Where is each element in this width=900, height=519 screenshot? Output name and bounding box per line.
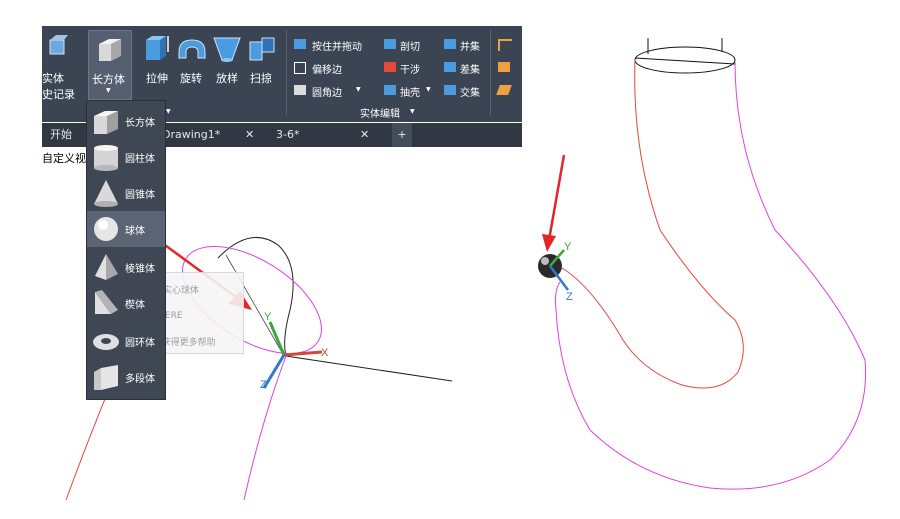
sphere-icon bbox=[94, 217, 118, 241]
menu-item-label: 多段体 bbox=[125, 374, 155, 385]
black-path-curve bbox=[217, 237, 453, 382]
left-viewport[interactable]: Y X Z bbox=[0, 0, 460, 519]
ribbon-separator-2 bbox=[490, 30, 491, 116]
extra-tool-icon-1[interactable] bbox=[498, 39, 512, 51]
menu-item-label: 长方体 bbox=[125, 118, 155, 129]
box-icon bbox=[94, 111, 118, 134]
y-axis-label: Y bbox=[264, 311, 272, 323]
menu-item-cone[interactable]: 圆锥体 bbox=[87, 175, 165, 211]
extra-tool-icon-3[interactable] bbox=[496, 85, 512, 95]
sphere-highlight bbox=[541, 257, 549, 265]
menu-item-pyramid[interactable]: 棱锥体 bbox=[87, 249, 165, 285]
magenta-path-curve bbox=[243, 355, 287, 501]
cap-divider-line bbox=[634, 57, 736, 65]
right-annotation-arrow-head bbox=[542, 234, 556, 252]
subtract-button[interactable]: 差集 bbox=[460, 61, 480, 76]
z-axis-label: Z bbox=[260, 379, 267, 391]
x-axis-line bbox=[283, 350, 323, 357]
red-hook-curve bbox=[561, 59, 744, 389]
top-cap-ellipse bbox=[634, 46, 736, 74]
menu-item-label: 球体 bbox=[125, 226, 145, 237]
wedge-icon bbox=[95, 290, 118, 314]
right-y-axis-label: Y bbox=[564, 241, 572, 253]
menu-item-box[interactable]: 长方体 bbox=[87, 103, 165, 139]
x-axis-label: X bbox=[321, 347, 329, 359]
solid-primitive-dropdown: 长方体 圆柱体 圆锥体 球体 棱锥体 楔体 圆环体 多段体 bbox=[86, 100, 166, 400]
menu-item-label: 圆锥体 bbox=[125, 190, 155, 201]
menu-item-cylinder[interactable]: 圆柱体 bbox=[87, 139, 165, 175]
menu-item-label: 楔体 bbox=[125, 300, 145, 311]
menu-item-label: 圆环体 bbox=[125, 338, 155, 349]
pyramid-icon bbox=[95, 254, 118, 280]
intersect-button[interactable]: 交集 bbox=[460, 84, 480, 99]
extra-tool-icon-2[interactable] bbox=[498, 62, 510, 72]
menu-item-polysolid[interactable]: 多段体 bbox=[87, 359, 165, 395]
polysolid-icon bbox=[94, 365, 118, 390]
cylinder-icon bbox=[94, 145, 118, 171]
right-viewport[interactable]: Y Z bbox=[520, 0, 900, 519]
right-annotation-arrow-line bbox=[547, 154, 566, 241]
menu-item-label: 棱锥体 bbox=[125, 264, 155, 275]
z-axis-line bbox=[262, 354, 286, 389]
right-z-axis-label: Z bbox=[566, 291, 573, 303]
menu-item-sphere[interactable]: 球体 bbox=[87, 211, 165, 247]
torus-icon bbox=[93, 334, 119, 350]
menu-item-label: 圆柱体 bbox=[125, 154, 155, 165]
magenta-hook-curve bbox=[555, 61, 867, 490]
cone-icon bbox=[94, 180, 118, 207]
menu-item-wedge[interactable]: 楔体 bbox=[87, 285, 165, 321]
y-axis-line bbox=[268, 321, 286, 356]
menu-item-torus[interactable]: 圆环体 bbox=[87, 323, 165, 359]
union-button[interactable]: 并集 bbox=[460, 38, 480, 53]
